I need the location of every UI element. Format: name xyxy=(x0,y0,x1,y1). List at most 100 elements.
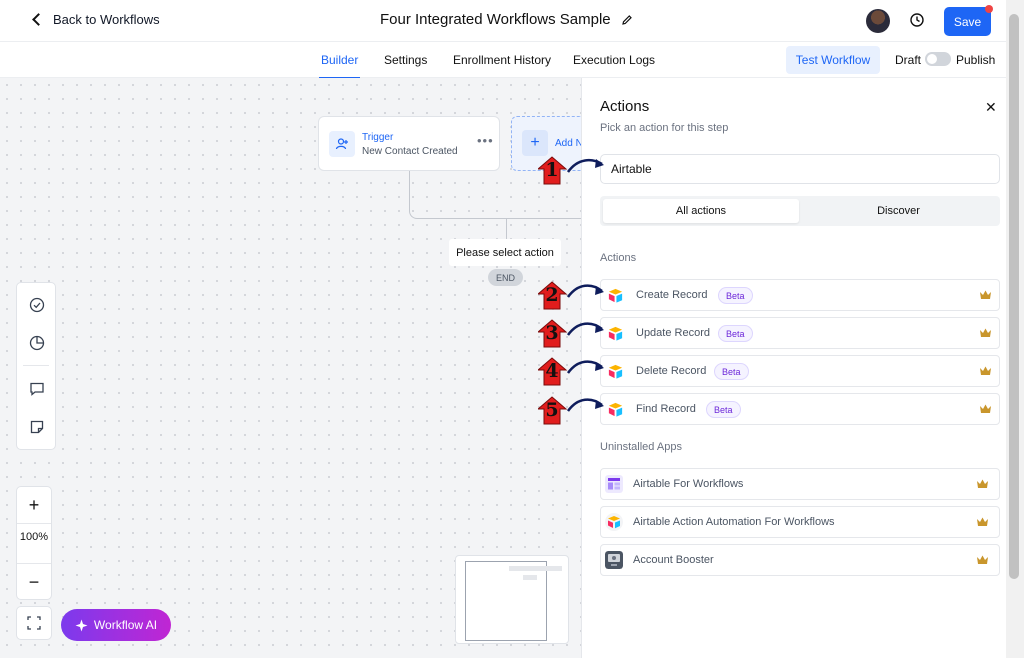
trigger-node[interactable]: Trigger New Contact Created ••• xyxy=(318,116,500,171)
action-create-record[interactable]: Create Record Beta xyxy=(600,279,1000,311)
actions-heading: Actions xyxy=(600,252,637,264)
canvas-toolbar xyxy=(16,282,56,450)
pencil-icon[interactable] xyxy=(621,14,633,26)
tab-execution-logs[interactable]: Execution Logs xyxy=(573,53,655,67)
select-action-node[interactable]: Please select action xyxy=(449,239,561,266)
plus-icon: + xyxy=(522,130,548,156)
user-avatar[interactable] xyxy=(866,9,890,33)
crown-icon xyxy=(977,517,988,526)
minimap-viewport[interactable] xyxy=(465,561,547,641)
tab-settings[interactable]: Settings xyxy=(384,53,427,67)
app-account-booster[interactable]: Account Booster xyxy=(600,544,1000,576)
app-grid-icon xyxy=(605,475,623,493)
zoom-controls: + 100% − xyxy=(16,486,52,600)
beta-badge: Beta xyxy=(714,363,749,380)
tab-builder[interactable]: Builder xyxy=(318,53,361,79)
zoom-divider xyxy=(17,523,51,524)
history-icon[interactable] xyxy=(909,12,925,28)
publish-toggle[interactable] xyxy=(925,52,951,66)
app-airtable-action-automation[interactable]: Airtable Action Automation For Workflows xyxy=(600,506,1000,538)
save-button[interactable]: Save xyxy=(944,7,991,36)
action-delete-record[interactable]: Delete Record Beta xyxy=(600,355,1000,387)
beta-badge: Beta xyxy=(718,287,753,304)
curved-arrow-icon xyxy=(566,158,604,173)
app-label: Account Booster xyxy=(633,554,714,566)
beta-badge: Beta xyxy=(706,401,741,418)
actions-panel: Actions Pick an action for this step ✕ A… xyxy=(581,78,1006,658)
trigger-event: New Contact Created xyxy=(362,146,458,157)
action-label: Find Record xyxy=(636,403,696,415)
marker-number: 3 xyxy=(545,322,559,344)
app-airtable-for-workflows[interactable]: Airtable For Workflows xyxy=(600,468,1000,500)
crown-icon xyxy=(977,555,988,564)
end-node: END xyxy=(488,269,523,286)
action-update-record[interactable]: Update Record Beta xyxy=(600,317,1000,349)
pie-chart-icon[interactable] xyxy=(29,335,45,351)
sparkle-icon xyxy=(75,619,88,631)
toolbar-divider xyxy=(23,365,49,366)
crown-icon xyxy=(980,290,991,299)
back-label: Back to Workflows xyxy=(53,12,160,27)
search-input[interactable] xyxy=(600,154,1000,184)
add-user-icon xyxy=(329,131,355,157)
zoom-level: 100% xyxy=(19,531,49,543)
panel-title: Actions xyxy=(600,98,650,115)
tab-all-actions[interactable]: All actions xyxy=(603,199,799,223)
marker-number: 1 xyxy=(545,159,559,181)
unsaved-indicator xyxy=(985,5,993,13)
airtable-icon xyxy=(608,364,623,379)
connector-line xyxy=(506,219,507,239)
marker-number: 2 xyxy=(545,284,559,306)
minimap-node xyxy=(523,575,537,580)
minimap[interactable] xyxy=(455,555,569,644)
comment-icon[interactable] xyxy=(29,381,45,397)
scrollbar-thumb[interactable] xyxy=(1009,14,1019,579)
trigger-label: Trigger xyxy=(362,132,394,143)
back-to-workflows-link[interactable]: Back to Workflows xyxy=(32,12,160,27)
top-bar: Back to Workflows Four Integrated Workfl… xyxy=(0,0,1006,42)
tab-discover[interactable]: Discover xyxy=(800,199,997,223)
check-circle-icon[interactable] xyxy=(29,297,45,313)
sticky-note-icon[interactable] xyxy=(29,419,45,435)
airtable-icon xyxy=(608,326,623,341)
curved-arrow-icon xyxy=(566,360,604,374)
action-label: Delete Record xyxy=(636,365,707,377)
workflow-title-text: Four Integrated Workflows Sample xyxy=(380,11,611,28)
airtable-icon xyxy=(608,402,623,417)
more-options-icon[interactable]: ••• xyxy=(477,133,494,148)
beta-badge: Beta xyxy=(718,325,753,342)
segment-control: All actions Discover xyxy=(600,196,1000,226)
tabs-bar: Builder Settings Enrollment History Exec… xyxy=(0,42,1006,79)
crown-icon xyxy=(980,404,991,413)
crown-icon xyxy=(980,328,991,337)
panel-subtitle: Pick an action for this step xyxy=(600,122,729,134)
add-node-label: Add N xyxy=(555,138,582,149)
marker-number: 5 xyxy=(545,399,559,421)
crown-icon xyxy=(980,366,991,375)
monitor-icon xyxy=(605,551,623,569)
close-icon[interactable]: ✕ xyxy=(985,99,997,116)
connector-line xyxy=(409,171,506,219)
app-label: Airtable Action Automation For Workflows xyxy=(633,516,835,528)
expand-icon xyxy=(27,616,41,630)
action-label: Create Record xyxy=(636,289,708,301)
publish-label: Publish xyxy=(956,53,996,67)
minimap-node xyxy=(509,566,562,571)
workflow-ai-button[interactable]: Workflow AI xyxy=(61,609,171,641)
tab-enrollment-history[interactable]: Enrollment History xyxy=(453,53,551,67)
airtable-icon xyxy=(608,288,623,303)
fit-view-button[interactable] xyxy=(16,606,52,640)
curved-arrow-icon xyxy=(566,322,604,336)
workflow-canvas[interactable]: Trigger New Contact Created ••• + Add N … xyxy=(0,78,582,658)
uninstalled-apps-heading: Uninstalled Apps xyxy=(600,441,682,453)
zoom-in-button[interactable]: + xyxy=(17,487,51,523)
action-find-record[interactable]: Find Record Beta xyxy=(600,393,1000,425)
zoom-out-button[interactable]: − xyxy=(17,564,51,600)
curved-arrow-icon xyxy=(566,284,604,298)
workflow-title[interactable]: Four Integrated Workflows Sample xyxy=(380,11,633,28)
app-label: Airtable For Workflows xyxy=(633,478,744,490)
airtable-icon xyxy=(605,513,623,531)
test-workflow-button[interactable]: Test Workflow xyxy=(786,46,880,74)
crown-icon xyxy=(977,479,988,488)
chevron-left-icon xyxy=(32,13,45,26)
